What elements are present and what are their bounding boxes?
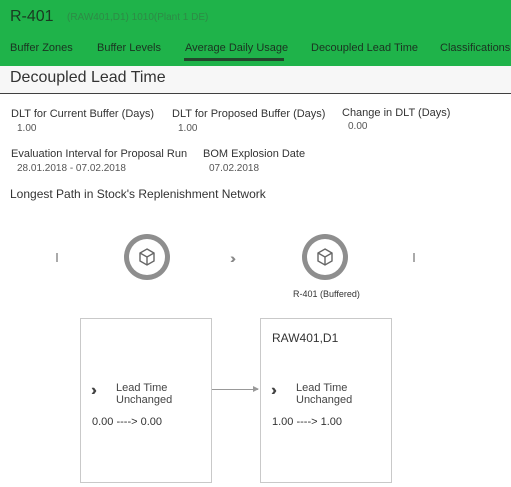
network-title: Longest Path in Stock's Replenishment Ne… <box>10 187 266 201</box>
card-connector <box>212 389 258 390</box>
chevron-right-triple-icon: ››› <box>230 250 236 266</box>
arrow-head-icon <box>253 386 259 392</box>
chevron-right-triple-icon: ››› <box>271 382 277 399</box>
node-right-label: R-401 (Buffered) <box>293 289 360 299</box>
tab-classifications[interactable]: Classifications <box>440 42 510 54</box>
object-subtitle: (RAW401,D1) 1010(Plant 1 DE) <box>67 12 209 23</box>
card-title: RAW401,D1 <box>272 331 339 345</box>
path-start-marker <box>56 253 58 262</box>
path-end-marker <box>413 253 415 262</box>
eval-interval-label: Evaluation Interval for Proposal Run <box>11 148 188 160</box>
tab-decoupled-lead-time[interactable]: Decoupled Lead Time <box>311 42 418 54</box>
cube-icon <box>317 248 333 266</box>
card-change: 1.00 ----> 1.00 <box>272 416 343 428</box>
bom-date-value: 07.02.2018 <box>209 163 260 174</box>
dlt-change-label: Change in DLT (Days) <box>342 107 451 119</box>
network-node-right[interactable] <box>302 234 348 280</box>
lead-time-card-left[interactable]: ››› Lead Time Unchanged 0.00 ----> 0.00 <box>80 318 212 483</box>
dlt-change-value: 0.00 <box>348 121 368 132</box>
lead-time-card-right[interactable]: RAW401,D1 ››› Lead Time Unchanged 1.00 -… <box>260 318 392 483</box>
network-node-left[interactable] <box>124 234 170 280</box>
card-status: Lead Time Unchanged <box>296 382 353 406</box>
eval-interval-value: 28.01.2018 - 07.02.2018 <box>17 163 126 174</box>
active-tab-indicator <box>184 58 284 61</box>
tab-buffer-zones[interactable]: Buffer Zones <box>10 42 73 54</box>
dlt-proposed-value: 1.00 <box>178 123 198 134</box>
card-change: 0.00 ----> 0.00 <box>92 416 163 428</box>
dlt-current-value: 1.00 <box>17 123 37 134</box>
dlt-proposed-label: DLT for Proposed Buffer (Days) <box>172 108 326 120</box>
tab-buffer-levels[interactable]: Buffer Levels <box>97 42 161 54</box>
chevron-right-triple-icon: ››› <box>91 382 97 399</box>
object-title: R-401 <box>10 8 54 25</box>
card-status: Lead Time Unchanged <box>116 382 173 406</box>
section-header: Decoupled Lead Time <box>0 66 511 94</box>
section-title: Decoupled Lead Time <box>10 69 166 86</box>
bom-date-label: BOM Explosion Date <box>203 148 306 160</box>
tab-average-daily-usage[interactable]: Average Daily Usage <box>185 42 288 54</box>
dlt-current-label: DLT for Current Buffer (Days) <box>11 108 155 120</box>
object-header: R-401 (RAW401,D1) 1010(Plant 1 DE) Buffe… <box>0 0 511 66</box>
tab-bar: Buffer Zones Buffer Levels Average Daily… <box>0 36 511 66</box>
cube-icon <box>139 248 155 266</box>
